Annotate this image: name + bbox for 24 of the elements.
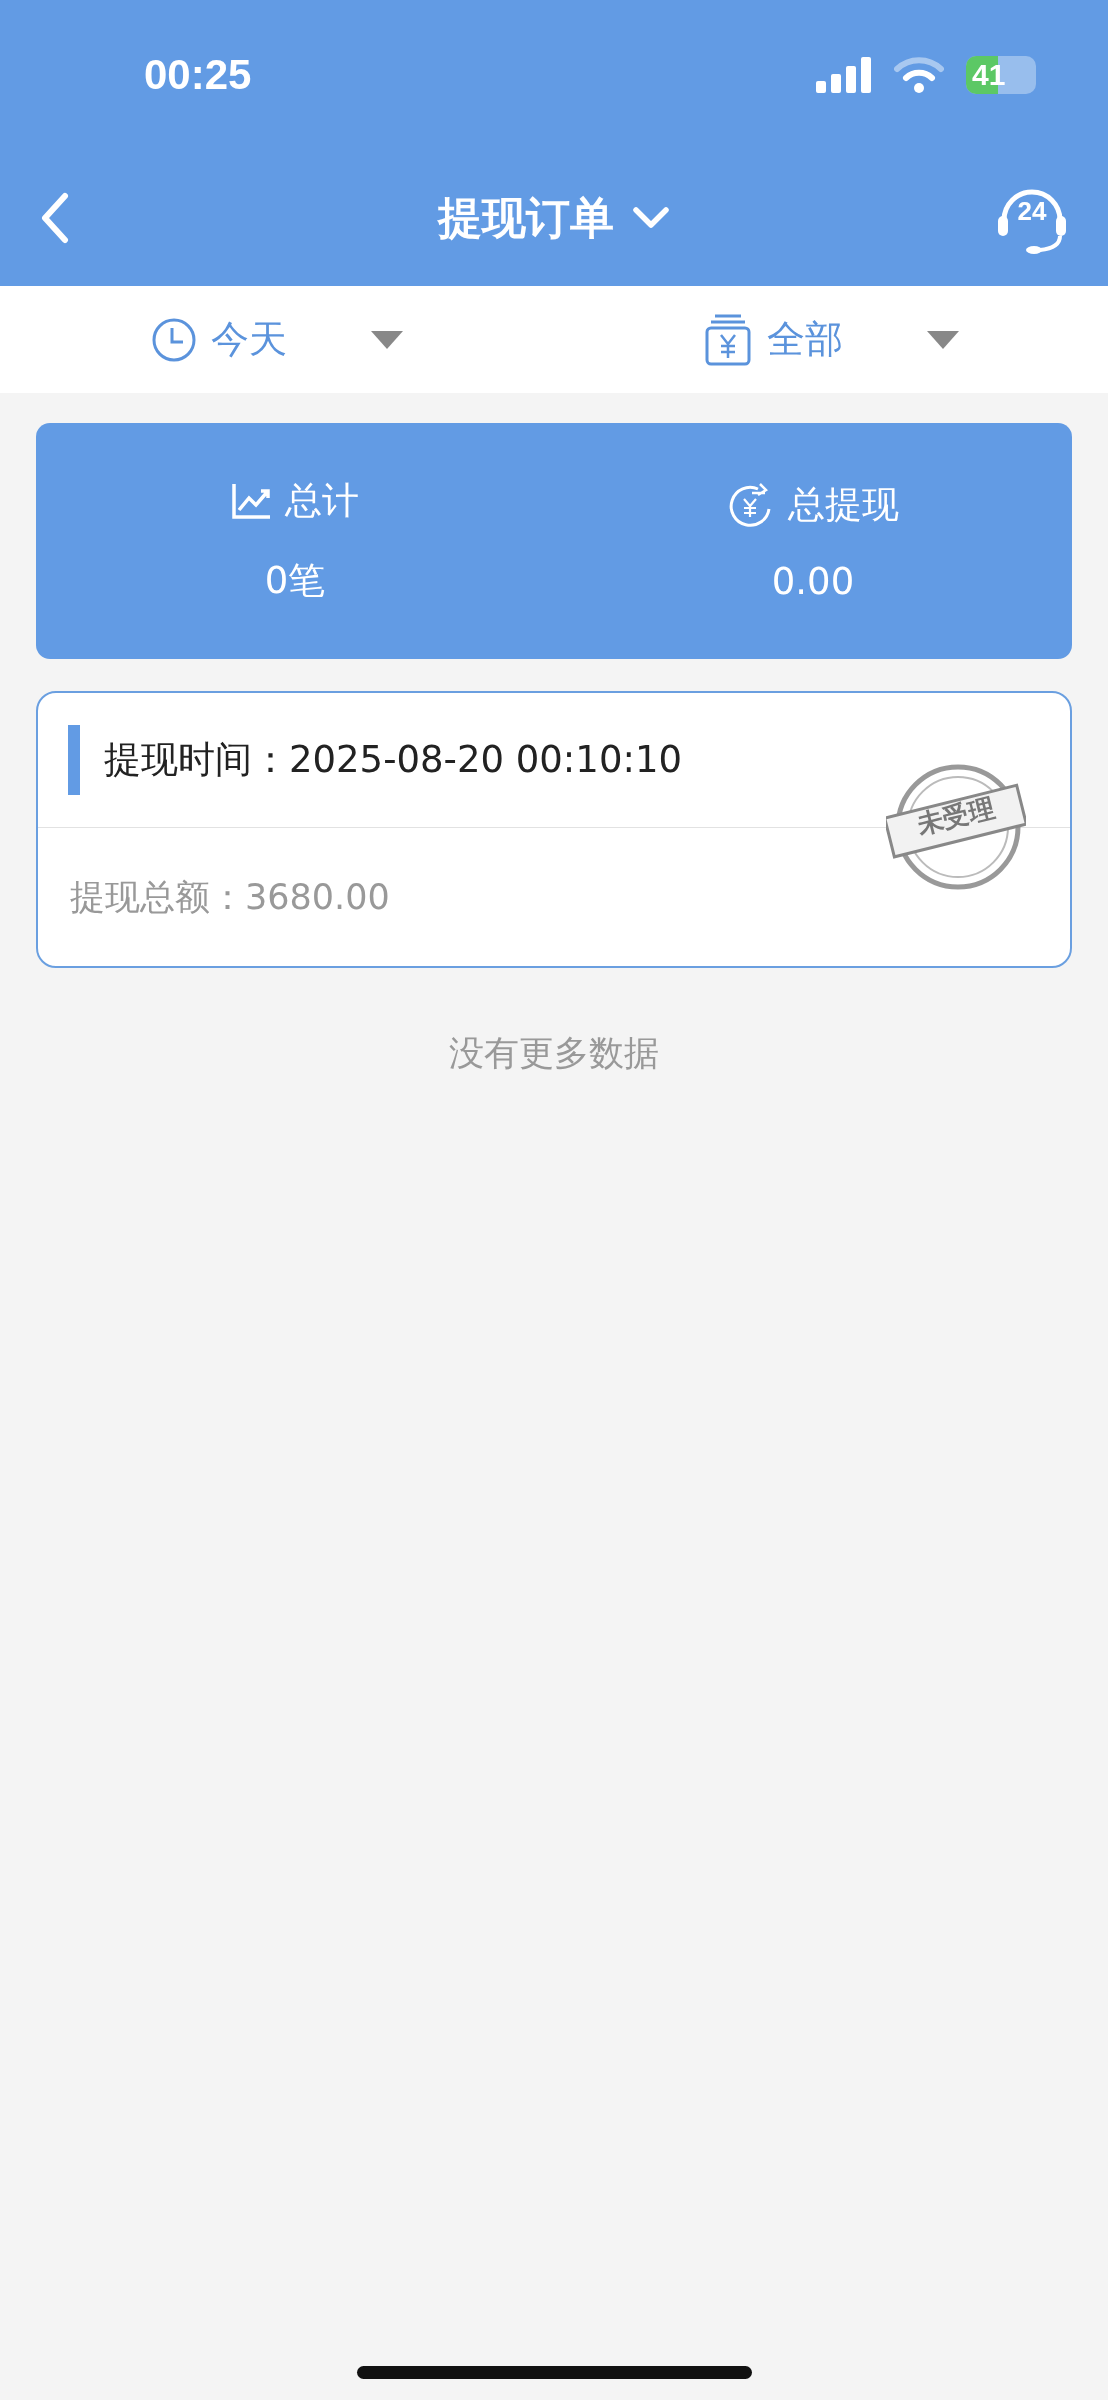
- status-time: 00:25: [144, 51, 252, 99]
- summary-value: 0笔: [264, 558, 326, 604]
- accent-bar: [68, 725, 80, 795]
- line-chart-icon: [231, 482, 271, 520]
- signal-icon: [816, 57, 872, 93]
- back-icon[interactable]: [40, 192, 70, 244]
- summary-label: 总提现: [787, 481, 899, 528]
- support-headset-button[interactable]: 24: [996, 182, 1068, 254]
- page-title-dropdown[interactable]: 提现订单: [438, 188, 670, 248]
- filter-dropdown[interactable]: 今天: [0, 286, 554, 393]
- summary-label: 总计: [285, 478, 359, 524]
- dropdown-triangle-icon: [371, 330, 403, 349]
- order-time: 提现时间：2025-08-20 00:10:10: [104, 737, 682, 783]
- support-hours-label: 24: [1016, 196, 1048, 227]
- order-amount: 提现总额：3680.00: [70, 875, 390, 919]
- summary-value: 0.00: [771, 559, 855, 603]
- order-card[interactable]: 提现时间：2025-08-20 00:10:10 提现总额：3680.00 未受理: [36, 691, 1072, 968]
- wifi-icon: [894, 57, 944, 93]
- yen-wallet-icon: [703, 312, 753, 367]
- no-more-data-text: 没有更多数据: [448, 1032, 660, 1075]
- chevron-down-icon: [632, 206, 670, 230]
- dropdown-triangle-icon: [927, 330, 959, 349]
- clock-icon: [151, 316, 197, 363]
- filter-dropdown[interactable]: 全部: [554, 286, 1108, 393]
